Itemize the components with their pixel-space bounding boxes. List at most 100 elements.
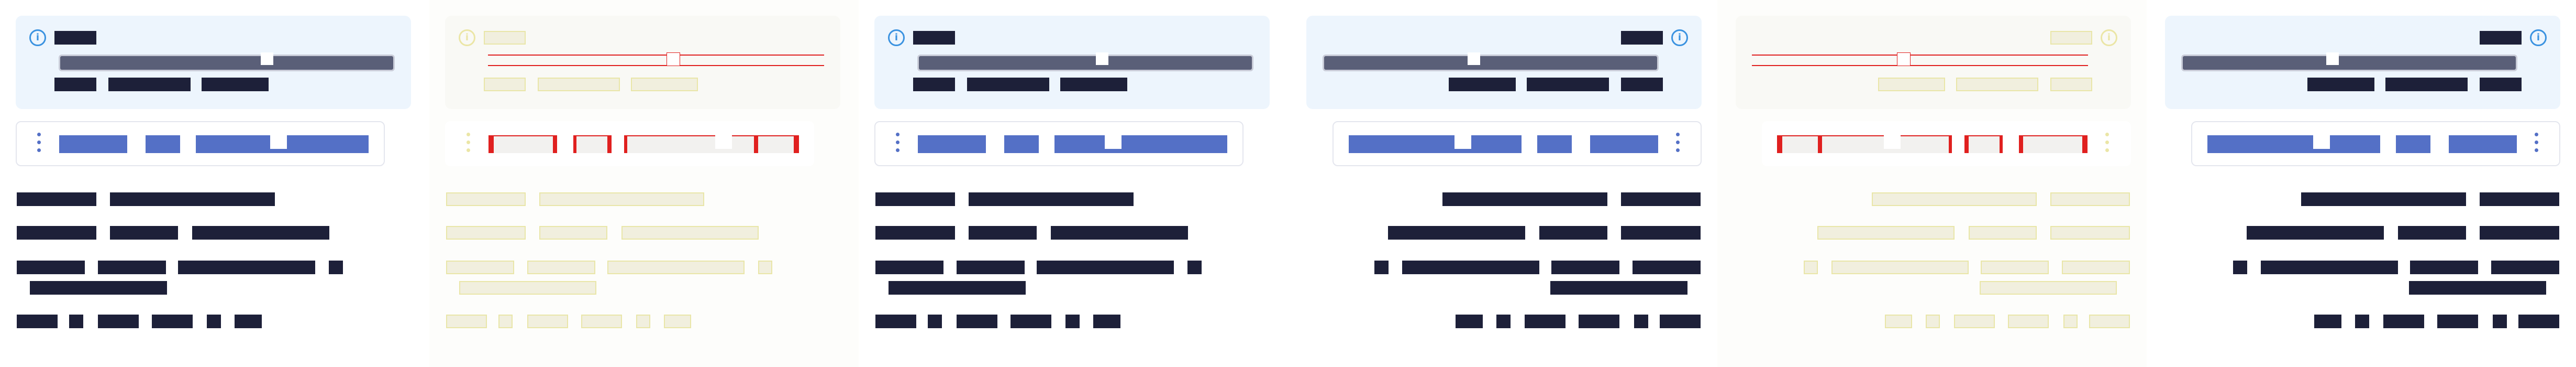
dot — [37, 133, 41, 136]
caption-bar — [913, 78, 955, 91]
caption-bar — [2480, 78, 2522, 91]
slider-thumb[interactable] — [261, 52, 273, 65]
text-line-bar — [459, 281, 596, 295]
range-thumb[interactable] — [1884, 135, 1901, 149]
text-line-bar — [1051, 226, 1188, 240]
vertical-ellipsis-icon[interactable] — [467, 133, 471, 153]
caption-bar — [1621, 78, 1663, 91]
dot — [467, 148, 470, 152]
error-marker — [2019, 135, 2023, 153]
slider-track[interactable] — [2181, 55, 2517, 71]
callout-title — [2480, 31, 2522, 45]
range-thumb[interactable] — [1454, 135, 1471, 149]
text-line-bar — [17, 261, 85, 274]
text-line-bar — [875, 192, 955, 206]
dot — [467, 141, 470, 144]
text-line-bar — [2355, 315, 2369, 328]
vertical-ellipsis-icon[interactable] — [2105, 133, 2109, 153]
text-line-bar — [875, 315, 916, 328]
range-segment[interactable] — [2207, 135, 2380, 153]
range-thumb[interactable] — [2313, 135, 2330, 149]
slider-track[interactable] — [1323, 55, 1659, 71]
dot — [2105, 133, 2109, 136]
text-line-bar — [2089, 315, 2130, 328]
range-segment[interactable] — [146, 135, 180, 153]
dot — [1676, 148, 1680, 152]
text-line-bar — [581, 315, 622, 328]
vertical-ellipsis-icon[interactable] — [896, 133, 900, 153]
comparison-panel: i — [429, 0, 859, 367]
text-line-bar — [1660, 315, 1701, 328]
text-line-bar — [446, 226, 526, 240]
text-line-bar — [2247, 226, 2384, 240]
text-line-bar — [969, 226, 1037, 240]
range-segment[interactable] — [1537, 135, 1572, 153]
range-segment[interactable] — [2019, 135, 2088, 153]
slider-track[interactable] — [1752, 55, 2088, 66]
range-segment[interactable] — [2396, 135, 2430, 153]
caption-bar — [2307, 78, 2374, 91]
slider-thumb[interactable] — [1096, 52, 1108, 65]
text-line-bar — [539, 226, 607, 240]
slider-thumb[interactable] — [667, 52, 680, 66]
vertical-ellipsis-icon[interactable] — [1676, 133, 1680, 153]
error-marker — [1818, 135, 1822, 153]
vertical-ellipsis-icon[interactable] — [2535, 133, 2539, 153]
text-line-bar — [1374, 261, 1389, 274]
slider-thumb[interactable] — [1897, 52, 1911, 66]
text-line-bar — [30, 281, 167, 295]
text-line-bar — [1621, 192, 1701, 206]
caption-bar — [967, 78, 1049, 91]
range-segment[interactable] — [1004, 135, 1039, 153]
slider-thumb[interactable] — [1468, 52, 1480, 65]
range-thumb[interactable] — [1105, 135, 1122, 149]
range-segment[interactable] — [1590, 135, 1658, 153]
range-segment[interactable] — [59, 135, 127, 153]
error-marker — [2000, 135, 2003, 153]
slider-track[interactable] — [59, 55, 395, 71]
caption-bar — [1527, 78, 1609, 91]
vertical-ellipsis-icon[interactable] — [37, 133, 41, 153]
range-thumb[interactable] — [715, 135, 732, 149]
callout-title — [1621, 31, 1663, 45]
dot — [896, 148, 900, 152]
comparison-panel: i — [0, 0, 429, 367]
text-line-bar — [446, 315, 487, 328]
text-line-bar — [1402, 261, 1539, 274]
text-line-bar — [1969, 226, 2037, 240]
range-segment[interactable] — [488, 135, 557, 153]
text-line-bar — [2008, 315, 2049, 328]
text-line-bar — [527, 261, 595, 274]
caption-bar — [2385, 78, 2468, 91]
dot — [896, 133, 900, 136]
text-line-bar — [2518, 315, 2559, 328]
range-segment[interactable] — [1967, 135, 2001, 153]
range-segment[interactable] — [1349, 135, 1522, 153]
text-line-bar — [2301, 192, 2466, 206]
slider-thumb[interactable] — [2326, 52, 2339, 65]
slider-track[interactable] — [917, 55, 1253, 71]
dot — [37, 141, 41, 144]
text-line-bar — [329, 261, 343, 274]
text-line-bar — [1872, 192, 2037, 206]
comparison-panel: i — [2147, 0, 2576, 367]
range-thumb[interactable] — [270, 135, 287, 149]
text-line-bar — [636, 315, 650, 328]
range-segment[interactable] — [625, 135, 798, 153]
range-segment[interactable] — [1778, 135, 1951, 153]
text-line-bar — [2398, 226, 2466, 240]
info-icon: i — [29, 29, 46, 46]
range-segment[interactable] — [1054, 135, 1227, 153]
dot — [1676, 133, 1680, 136]
range-segment[interactable] — [2449, 135, 2517, 153]
comparison-panel: i — [1288, 0, 1717, 367]
range-segment[interactable] — [918, 135, 986, 153]
slider-track[interactable] — [488, 55, 824, 66]
text-line-bar — [957, 315, 997, 328]
text-line-bar — [2062, 261, 2130, 274]
caption-bar — [1878, 78, 1945, 91]
range-segment[interactable] — [575, 135, 609, 153]
text-line-bar — [446, 261, 514, 274]
text-line-bar — [152, 315, 193, 328]
error-marker — [573, 135, 576, 153]
